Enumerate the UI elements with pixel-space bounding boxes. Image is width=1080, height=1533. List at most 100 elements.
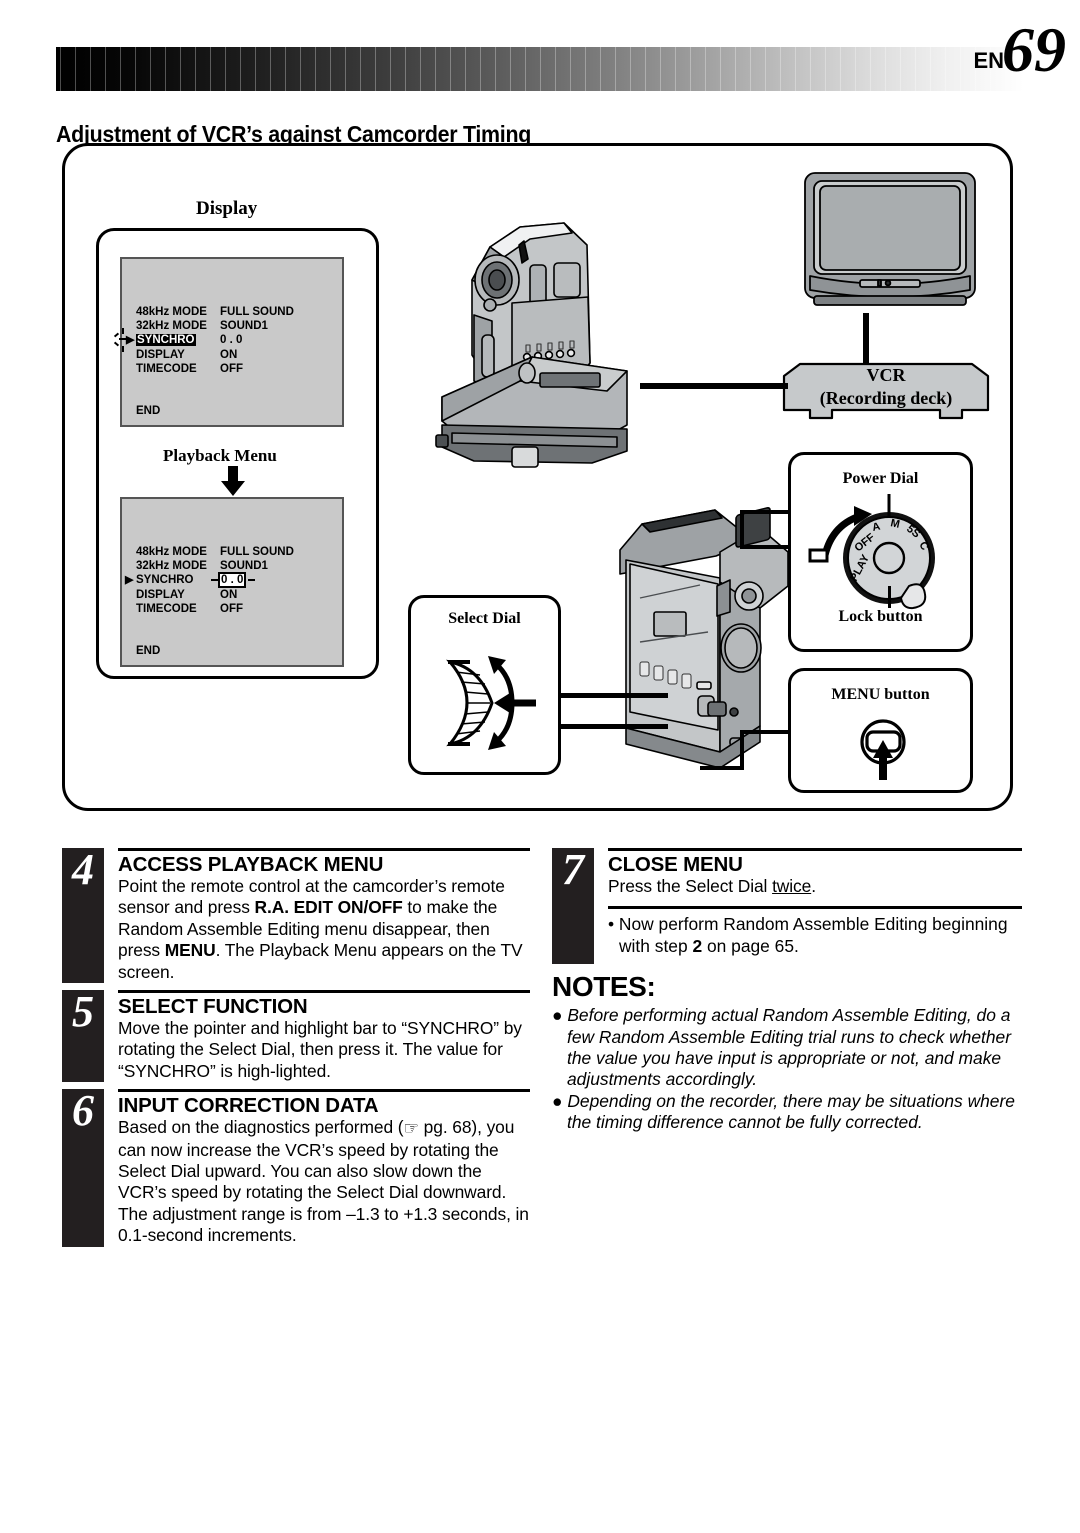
header-band-tick xyxy=(450,47,451,91)
power-dial-leader-top xyxy=(740,510,790,514)
tv-monitor-illustration xyxy=(804,172,976,306)
header-band-tick xyxy=(165,47,166,91)
header-band-tick xyxy=(825,47,826,91)
power-dial-icon: PLAY OFF A M 5S C xyxy=(808,494,935,610)
header-band-tick xyxy=(120,47,121,91)
header-band-tick xyxy=(255,47,256,91)
vcr-label-line1: VCR xyxy=(866,365,906,385)
header-band-tick xyxy=(885,47,886,91)
osd-row-label: DISPLAY xyxy=(136,348,185,361)
osd-row-value: SOUND1 xyxy=(220,320,268,333)
header-band-tick xyxy=(540,47,541,91)
header-band-tick xyxy=(465,47,466,91)
osd-row: DISPLAY ON xyxy=(136,588,336,602)
osd-row-label: 48kHz MODE xyxy=(136,306,207,318)
osd-rows: 48kHz MODE FULL SOUND 32kHz MODE SOUND1 … xyxy=(113,305,336,376)
header-band-tick xyxy=(300,47,301,91)
osd-row-label: SYNCHRO xyxy=(136,574,194,587)
osd-highlight: SYNCHRO xyxy=(136,334,196,347)
header-band-tick xyxy=(615,47,616,91)
bullet-text: • Now perform Random Assemble Editing be… xyxy=(608,914,1022,957)
header-band-tick xyxy=(270,47,271,91)
step-7: 7 CLOSE MENU Press the Select Dial twice… xyxy=(552,845,1022,964)
camcorder-vcr-cable xyxy=(640,383,788,389)
header-band-tick xyxy=(930,47,931,91)
osd-row-value-boxed: 0 . 0 xyxy=(211,572,256,589)
osd-row-value: 0 . 0 xyxy=(220,334,243,347)
header-band-tick xyxy=(870,47,871,91)
step-body: Press the Select Dial twice. xyxy=(608,876,1022,897)
osd-row-synchro: ▶ SYNCHRO 0 . 0 xyxy=(113,328,336,353)
step-body: Move the pointer and highlight bar to “S… xyxy=(118,1018,522,1081)
display-label: Display xyxy=(196,198,258,219)
osd-row-value: OFF xyxy=(220,602,243,615)
power-dial-leader-vertical xyxy=(740,510,744,548)
blink-tick-lower-icon xyxy=(122,346,124,353)
step-text: Based on the diagnostics performed ( xyxy=(118,1117,404,1138)
osd-row-label: TIMECODE xyxy=(136,602,197,615)
osd-row-value: ON xyxy=(220,348,238,361)
step-4: 4 ACCESS PLAYBACK MENU Point the remote … xyxy=(62,845,530,984)
select-dial-leader-lower xyxy=(558,724,668,729)
menu-button-label: MENU button xyxy=(831,686,930,703)
osd-rows: 48kHz MODE FULL SOUND 32kHz MODE SOUND1 … xyxy=(125,545,336,616)
step-number: 5 xyxy=(72,987,94,1037)
power-dial-label: Power Dial xyxy=(842,470,919,487)
step-title: CLOSE MENU xyxy=(608,853,743,876)
header-band-tick xyxy=(765,47,766,91)
header-band-tick xyxy=(750,47,751,91)
header-band-tick xyxy=(780,47,781,91)
menu-button-leader-vert xyxy=(740,730,744,770)
header-band-tick xyxy=(105,47,106,91)
osd-pointer-icon: ▶ xyxy=(126,334,135,347)
down-arrow-icon xyxy=(221,466,245,496)
header-band-tick xyxy=(90,47,91,91)
osd-pointer-icon: ▶ xyxy=(125,574,134,587)
step-number: 6 xyxy=(72,1086,94,1136)
step-text: . xyxy=(811,876,816,896)
header-band-tick xyxy=(705,47,706,91)
header-band-tick xyxy=(855,47,856,91)
header-band-tick xyxy=(60,47,61,91)
header-band-tick xyxy=(735,47,736,91)
step-6: 6 INPUT CORRECTION DATA Based on the dia… xyxy=(62,1086,530,1247)
tv-vcr-cable xyxy=(863,313,869,365)
header-band-tick xyxy=(600,47,601,91)
bullet-text-part1: • Now perform Random Assemble Editing be… xyxy=(608,914,1008,956)
header-band-tick xyxy=(795,47,796,91)
osd-row-value: SOUND1 xyxy=(220,560,268,573)
header-band-tick xyxy=(570,47,571,91)
menu-button-leader xyxy=(740,730,790,734)
select-dial-icon xyxy=(446,656,536,750)
step-rule xyxy=(118,990,530,994)
step-number: 4 xyxy=(72,845,94,894)
header-band-tick xyxy=(420,47,421,91)
header-band-tick xyxy=(210,47,211,91)
step-text-bold: R.A. EDIT ON/OFF xyxy=(254,897,403,918)
osd-row-value: FULL SOUND xyxy=(220,306,294,318)
header-band-tick xyxy=(480,47,481,91)
header-band-tick xyxy=(75,47,76,91)
note-item: ● Before performing actual Random Assemb… xyxy=(552,1005,1011,1090)
osd-row-label: TIMECODE xyxy=(136,362,197,375)
osd-screen-display: 48kHz MODE FULL SOUND 32kHz MODE SOUND1 … xyxy=(113,257,344,427)
step-title: INPUT CORRECTION DATA xyxy=(118,1094,379,1118)
step-body: Point the remote control at the camcorde… xyxy=(118,876,530,983)
bullet-step-number: 2 xyxy=(692,935,703,956)
blink-tick-upper-icon xyxy=(122,328,124,335)
dash-left-icon xyxy=(211,579,218,582)
header-band-tick xyxy=(675,47,676,91)
header-band-tick xyxy=(720,47,721,91)
osd-row-label: 32kHz MODE xyxy=(136,560,207,573)
header-band-tick xyxy=(285,47,286,91)
select-dial-leader-upper xyxy=(558,693,668,698)
header-band-tick xyxy=(915,47,916,91)
header-band-tick xyxy=(585,47,586,91)
bullet-text-part2: on page 65. xyxy=(702,935,799,956)
header-band-tick xyxy=(195,47,196,91)
step-body: Based on the diagnostics performed (☞ pg… xyxy=(118,1117,530,1246)
header-band-tick xyxy=(645,47,646,91)
osd-row-value: FULL SOUND xyxy=(220,546,294,558)
vcr-label: VCR (Recording deck) xyxy=(782,364,990,410)
header-band-tick xyxy=(510,47,511,91)
